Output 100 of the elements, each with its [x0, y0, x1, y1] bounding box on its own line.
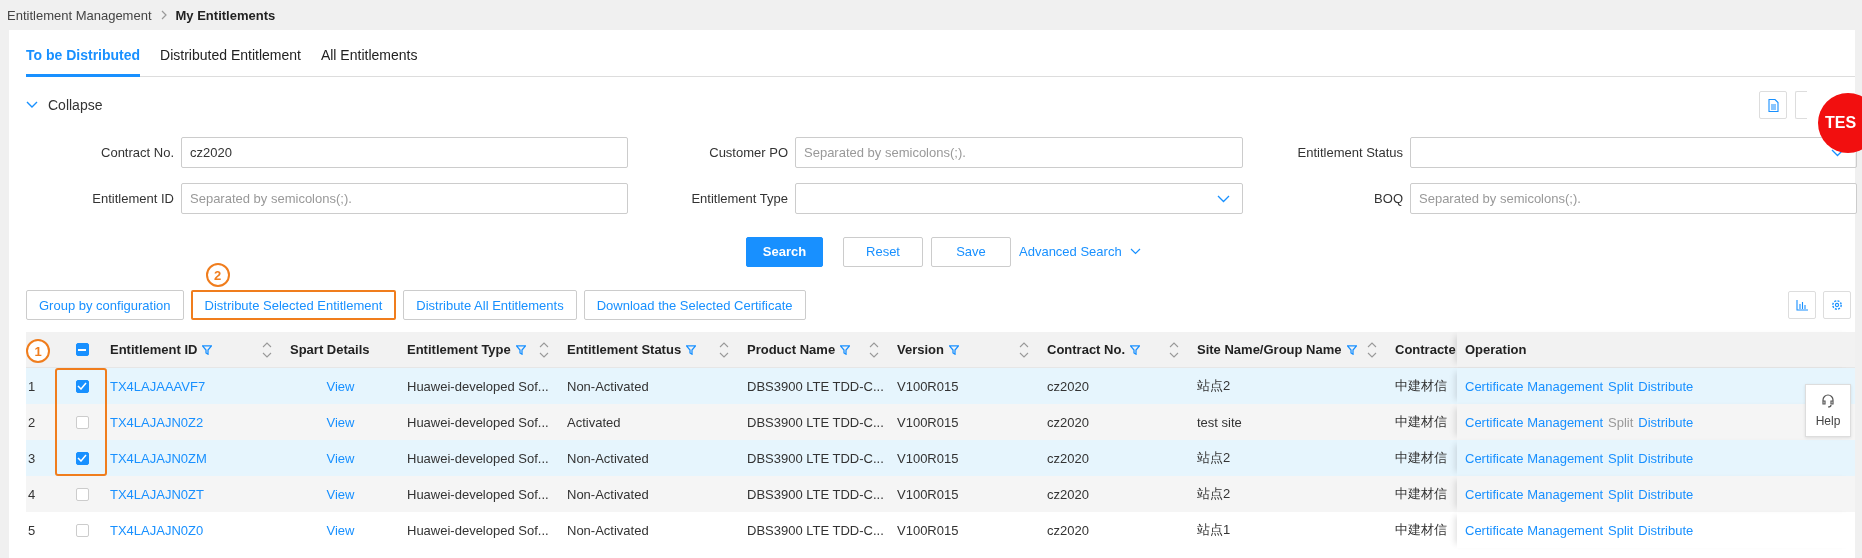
table-link[interactable]: View: [326, 378, 355, 394]
operation-link[interactable]: Certificate Management: [1465, 414, 1603, 430]
table-row[interactable]: 1 TX4LAJAAAVF7 View Huawei-developed Sof... Non-Activated DBS3900 LTE TDD-C... V100R015 cz2020 站点2 中建材信 Certificate Management Split Distribute: [26, 368, 1855, 404]
field-label: Entitlement ID: [91, 191, 174, 206]
filter-icon[interactable]: [840, 344, 851, 355]
table-link[interactable]: View: [326, 486, 355, 502]
select-all-checkbox[interactable]: [75, 343, 89, 356]
table-cell: cz2020: [1047, 414, 1089, 430]
input-field[interactable]: cz2020: [181, 137, 628, 168]
filter-icon[interactable]: [1346, 344, 1357, 355]
sort-icon[interactable]: [538, 340, 550, 359]
table-link[interactable]: View: [326, 522, 355, 538]
operation-link[interactable]: Distribute: [1638, 486, 1694, 502]
table-cell: V100R015: [897, 378, 959, 394]
form-button[interactable]: Reset: [843, 236, 923, 267]
table-link[interactable]: View: [326, 414, 355, 430]
tab[interactable]: Distributed Entitlement: [160, 47, 301, 77]
column-header: Operation: [1465, 342, 1527, 357]
chevron-icon: [26, 101, 38, 109]
table-cell: DBS3900 LTE TDD-C...: [747, 522, 884, 538]
sort-icon[interactable]: [868, 340, 880, 359]
field-label: Customer PO: [708, 145, 788, 160]
action-button[interactable]: Distribute All Entitlements: [403, 290, 577, 320]
operation-link[interactable]: Split: [1608, 486, 1634, 502]
operation-link[interactable]: Distribute: [1638, 522, 1694, 538]
table-row[interactable]: 3 TX4LAJAJN0ZM View Huawei-developed Sof... Non-Activated DBS3900 LTE TDD-C... V100R015 cz2020 站点2 中建材信 Certificate Management Split Distribute: [26, 440, 1855, 476]
dropdown-field[interactable]: [795, 183, 1243, 214]
tab[interactable]: To be Distributed: [26, 47, 141, 77]
table-link[interactable]: TX4LAJAJN0Z0: [110, 522, 204, 538]
row-checkbox[interactable]: [75, 487, 89, 501]
icon-button[interactable]: [1795, 91, 1807, 119]
dropdown-field[interactable]: [1410, 137, 1857, 168]
input-field[interactable]: Separated by semicolons(;).: [181, 183, 628, 214]
chevron-icon: [159, 10, 168, 20]
operation-link[interactable]: Certificate Management: [1465, 450, 1603, 466]
action-button[interactable]: Download the Selected Certificate: [583, 290, 806, 320]
table-cell: Non-Activated: [567, 486, 649, 502]
table-cell: V100R015: [897, 414, 959, 430]
document-icon-button[interactable]: [1759, 91, 1787, 119]
filter-icon[interactable]: [515, 344, 526, 355]
column-header: Site Name/Group Name: [1197, 342, 1342, 357]
sort-icon[interactable]: [1366, 340, 1378, 359]
column-header: Entitlement Type: [407, 342, 511, 357]
action-button[interactable]: Distribute Selected Entitlement: [190, 290, 397, 320]
minus-icon: [78, 348, 86, 351]
collapse-toggle[interactable]: Collapse: [26, 97, 103, 113]
table-cell: cz2020: [1047, 378, 1089, 394]
table-row[interactable]: 5 TX4LAJAJN0Z0 View Huawei-developed Sof... Non-Activated DBS3900 LTE TDD-C... V100R015 cz2020 站点1 中建材信 Certificate Management Split Distribute: [26, 512, 1855, 548]
operation-link[interactable]: Split: [1608, 450, 1634, 466]
settings-icon-button[interactable]: [1823, 291, 1851, 319]
table-cell: DBS3900 LTE TDD-C...: [747, 378, 884, 394]
table-cell: 中建材信: [1395, 485, 1447, 503]
input-field[interactable]: Separated by semicolons(;).: [1410, 183, 1857, 214]
advanced-search-link[interactable]: Advanced Search: [1019, 244, 1141, 259]
action-button[interactable]: Group by configuration: [26, 290, 184, 320]
operation-link[interactable]: Distribute: [1638, 450, 1694, 466]
operation-link[interactable]: Certificate Management: [1465, 378, 1603, 394]
row-checkbox[interactable]: [75, 523, 89, 537]
table-cell: Huawei-developed Sof...: [407, 414, 549, 430]
table-cell: 中建材信: [1395, 413, 1447, 431]
row-number: 5: [28, 522, 36, 538]
input-field[interactable]: Separated by semicolons(;).: [795, 137, 1243, 168]
sort-icon[interactable]: [1018, 340, 1030, 359]
table-link[interactable]: TX4LAJAAAVF7: [110, 378, 206, 394]
table-link[interactable]: TX4LAJAJN0ZM: [110, 450, 207, 466]
operation-link[interactable]: Certificate Management: [1465, 486, 1603, 502]
sort-icon[interactable]: [718, 340, 730, 359]
column-header: Contract No.: [1047, 342, 1125, 357]
operation-link[interactable]: Certificate Management: [1465, 522, 1603, 538]
row-number: 3: [28, 450, 36, 466]
collapse-label: Collapse: [48, 97, 103, 113]
breadcrumb-item[interactable]: Entitlement Management: [7, 7, 152, 23]
filter-icon[interactable]: [948, 344, 959, 355]
operation-link[interactable]: Distribute: [1638, 414, 1694, 430]
check-icon: [77, 454, 87, 462]
operation-link[interactable]: Distribute: [1638, 378, 1694, 394]
table-row[interactable]: 4 TX4LAJAJN0ZT View Huawei-developed Sof... Non-Activated DBS3900 LTE TDD-C... V100R015 cz2020 站点2 中建材信 Certificate Management Split Distribute: [26, 476, 1855, 512]
filter-icon[interactable]: [202, 344, 213, 355]
operation-link[interactable]: Split: [1608, 522, 1634, 538]
filter-icon[interactable]: [1130, 344, 1140, 355]
help-button[interactable]: Help: [1805, 384, 1851, 437]
row-checkbox[interactable]: [75, 415, 89, 429]
row-checkbox[interactable]: [75, 451, 89, 465]
table-link[interactable]: TX4LAJAJN0ZT: [110, 486, 204, 502]
sort-icon[interactable]: [1168, 340, 1180, 359]
table-link[interactable]: View: [326, 450, 355, 466]
operation-link[interactable]: Split: [1608, 378, 1634, 394]
chart-icon-button[interactable]: [1788, 291, 1816, 319]
table-cell: V100R015: [897, 450, 959, 466]
table-link[interactable]: TX4LAJAJN0Z2: [110, 414, 204, 430]
sort-icon[interactable]: [261, 340, 273, 359]
column-header: Spart Details: [290, 342, 370, 357]
tab[interactable]: All Entitlements: [320, 47, 418, 77]
chevron-icon: [1217, 194, 1230, 203]
operation-link: Split: [1608, 414, 1634, 430]
form-button[interactable]: Save: [931, 236, 1011, 267]
row-checkbox[interactable]: [75, 379, 89, 393]
search-button[interactable]: Search: [746, 236, 823, 267]
filter-icon[interactable]: [686, 344, 697, 355]
help-label: Help: [1815, 413, 1841, 428]
